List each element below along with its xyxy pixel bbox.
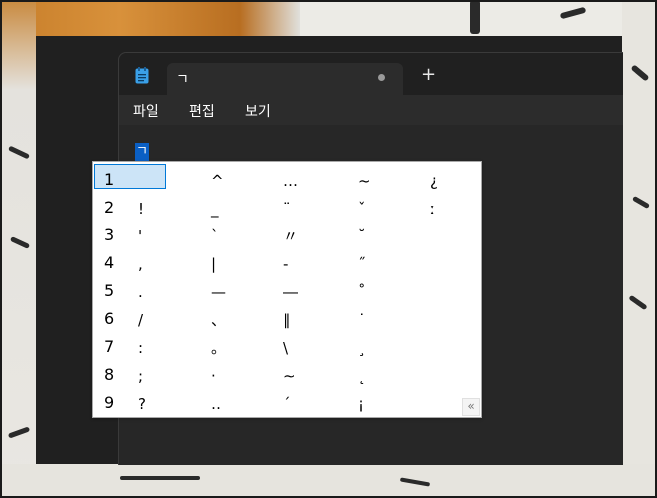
candidate-symbol[interactable]: ` [211,226,219,246]
candidate-symbol[interactable]: · [211,366,216,386]
candidate-symbol[interactable]: / [138,310,143,330]
candidate-symbol[interactable]: ! [138,199,144,219]
background-bottom [0,464,657,498]
candidate-number: 5 [104,281,115,300]
unsaved-dot-icon[interactable] [378,74,385,81]
candidate-symbol[interactable]: ‥ [211,394,221,414]
candidate-number: 8 [104,365,115,384]
candidate-symbol[interactable]: ; [138,366,143,386]
candidate-symbol[interactable]: \ [283,338,288,358]
candidate-symbol[interactable]: , [138,254,143,274]
tab-title: ㄱ [176,72,189,88]
candidate-symbol[interactable]: ~ [358,171,371,191]
tab-document[interactable]: ㄱ [167,63,403,95]
background-left [0,0,36,498]
background-ink [470,0,480,34]
candidate-symbol[interactable]: _ [211,199,219,219]
candidate-number: 2 [104,198,115,217]
candidate-symbol[interactable]: — [211,282,226,302]
candidate-symbol[interactable]: - [283,254,288,274]
candidate-symbol[interactable]: ˙ [358,310,366,330]
candidate-symbol[interactable]: 〃 [283,226,298,246]
candidate-symbol[interactable]: ː [430,199,435,219]
menu-file[interactable]: 파일 [133,101,159,121]
candidate-number: 3 [104,225,115,244]
candidate-symbol[interactable]: ¿ [430,171,438,191]
candidate-symbol[interactable]: ∼ [283,366,296,386]
candidate-symbol[interactable]: ˚ [358,282,366,302]
candidate-symbol[interactable]: . [138,282,143,302]
candidate-number: 7 [104,337,115,356]
candidate-symbol[interactable]: ' [138,226,142,246]
notepad-icon [135,67,149,84]
candidate-symbol[interactable]: ¨ [283,199,291,219]
candidate-number: 1 [104,170,115,189]
candidate-symbol[interactable]: ˇ [358,199,366,219]
candidate-symbol[interactable]: : [138,338,143,358]
ime-candidate-window: 1 2 3 4 5 6 7 8 9! ',. /:;? ^ _ ` | — 、。 · ‥ … ¨ 〃 - ― ∥ \ ∼ ´ ~ ˇ ˘ ˝ ˚… [92,161,482,418]
candidate-symbol[interactable]: … [283,171,298,191]
expand-candidates-button[interactable]: « [462,398,480,416]
candidate-symbol[interactable]: 、 [211,310,226,330]
candidate-number: 9 [104,393,115,412]
new-tab-button[interactable]: + [421,65,436,85]
candidate-symbol[interactable]: ´ [283,394,291,414]
title-bar: ㄱ + [119,53,623,95]
candidate-symbol[interactable]: ? [138,394,146,414]
menu-edit[interactable]: 편집 [189,101,215,121]
menu-bar: 파일 편집 보기 [119,95,623,125]
candidate-number: 4 [104,253,115,272]
candidate-symbol[interactable]: ∥ [283,310,291,330]
candidate-symbol[interactable]: 。 [211,338,226,358]
menu-view[interactable]: 보기 [245,101,271,121]
candidate-symbol[interactable]: ˛ [358,366,366,386]
candidate-symbol[interactable]: ^ [211,171,224,191]
candidate-symbol[interactable]: | [211,254,216,274]
candidate-number: 6 [104,309,115,328]
candidate-symbol[interactable]: ˝ [358,254,366,274]
candidate-symbol[interactable]: ˘ [358,226,366,246]
candidate-symbol[interactable]: ¸ [358,338,366,358]
background-ink [120,476,200,480]
composing-character: ㄱ [135,143,149,161]
candidate-symbol[interactable]: ― [283,282,298,302]
candidate-symbol[interactable]: ¡ [358,394,364,414]
